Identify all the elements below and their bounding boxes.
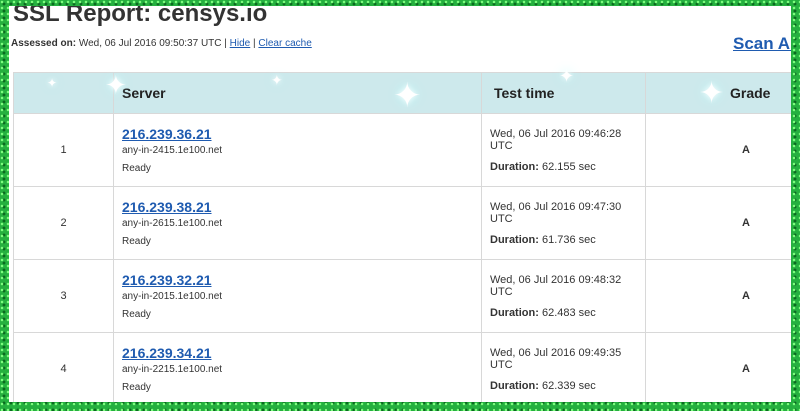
table-header-row: Server Test time Grade — [13, 72, 791, 114]
server-cell: 216.239.36.21 any-in-2415.1e100.net Read… — [113, 113, 482, 187]
duration-label: Duration: — [490, 379, 539, 392]
grade-badge: A — [645, 259, 791, 333]
assessed-line: Assessed on: Wed, 06 Jul 2016 09:50:37 U… — [11, 38, 312, 49]
server-status: Ready — [122, 382, 151, 393]
grade-badge: A — [645, 186, 791, 260]
report-page: SSL Report: censys.io Assessed on: Wed, … — [9, 6, 791, 402]
assessed-value: Wed, 06 Jul 2016 09:50:37 UTC — [78, 38, 222, 49]
server-hostname: any-in-2415.1e100.net — [122, 145, 223, 156]
server-status: Ready — [122, 163, 151, 174]
test-time-cell: Wed, 06 Jul 2016 09:48:32 UTC Duration: … — [481, 259, 646, 333]
server-cell: 216.239.38.21 any-in-2615.1e100.net Read… — [113, 186, 482, 260]
test-time-cell: Wed, 06 Jul 2016 09:47:30 UTC Duration: … — [481, 186, 646, 260]
hide-link[interactable]: Hide — [230, 38, 251, 49]
table-row: 1 216.239.36.21 any-in-2415.1e100.net Re… — [13, 113, 791, 187]
grade-badge: A — [645, 113, 791, 187]
separator: | — [224, 38, 227, 49]
row-number: 1 — [13, 113, 114, 187]
test-timestamp: Wed, 06 Jul 2016 09:48:32 UTC — [490, 273, 622, 298]
duration-label: Duration: — [490, 233, 539, 246]
server-ip-link[interactable]: 216.239.36.21 — [122, 126, 481, 142]
table-row: 4 216.239.34.21 any-in-2215.1e100.net Re… — [13, 332, 791, 402]
results-table: Server Test time Grade 1 216.239.36.21 a… — [13, 72, 791, 402]
row-number: 4 — [13, 332, 114, 402]
column-header-server: Server — [113, 72, 482, 114]
duration-label: Duration: — [490, 306, 539, 319]
duration-value: 62.155 sec — [541, 160, 596, 173]
server-cell: 216.239.34.21 any-in-2215.1e100.net Read… — [113, 332, 482, 402]
clear-cache-link[interactable]: Clear cache — [258, 38, 311, 49]
test-time-cell: Wed, 06 Jul 2016 09:49:35 UTC Duration: … — [481, 332, 646, 402]
table-row: 2 216.239.38.21 any-in-2615.1e100.net Re… — [13, 186, 791, 260]
column-header-grade: Grade — [645, 72, 791, 114]
server-ip-link[interactable]: 216.239.38.21 — [122, 199, 481, 215]
server-ip-link[interactable]: 216.239.34.21 — [122, 345, 481, 361]
server-hostname: any-in-2215.1e100.net — [122, 364, 223, 375]
row-number: 3 — [13, 259, 114, 333]
duration-value: 61.736 sec — [541, 233, 596, 246]
row-number: 2 — [13, 186, 114, 260]
test-timestamp: Wed, 06 Jul 2016 09:46:28 UTC — [490, 127, 622, 152]
grade-badge: A — [645, 332, 791, 402]
duration-value: 62.483 sec — [541, 306, 596, 319]
column-header-number — [13, 72, 114, 114]
assessed-label: Assessed on: — [11, 38, 77, 49]
table-row: 3 216.239.32.21 any-in-2015.1e100.net Re… — [13, 259, 791, 333]
server-cell: 216.239.32.21 any-in-2015.1e100.net Read… — [113, 259, 482, 333]
server-status: Ready — [122, 309, 151, 320]
separator: | — [253, 38, 256, 49]
server-status: Ready — [122, 236, 151, 247]
test-time-cell: Wed, 06 Jul 2016 09:46:28 UTC Duration: … — [481, 113, 646, 187]
duration-value: 62.339 sec — [541, 379, 596, 392]
column-header-test-time: Test time — [481, 72, 646, 114]
scan-another-link[interactable]: Scan Another — [733, 34, 791, 54]
test-timestamp: Wed, 06 Jul 2016 09:49:35 UTC — [490, 346, 622, 371]
server-hostname: any-in-2015.1e100.net — [122, 291, 223, 302]
duration-label: Duration: — [490, 160, 539, 173]
server-hostname: any-in-2615.1e100.net — [122, 218, 223, 229]
test-timestamp: Wed, 06 Jul 2016 09:47:30 UTC — [490, 200, 622, 225]
page-title: SSL Report: censys.io — [13, 6, 268, 27]
server-ip-link[interactable]: 216.239.32.21 — [122, 272, 481, 288]
